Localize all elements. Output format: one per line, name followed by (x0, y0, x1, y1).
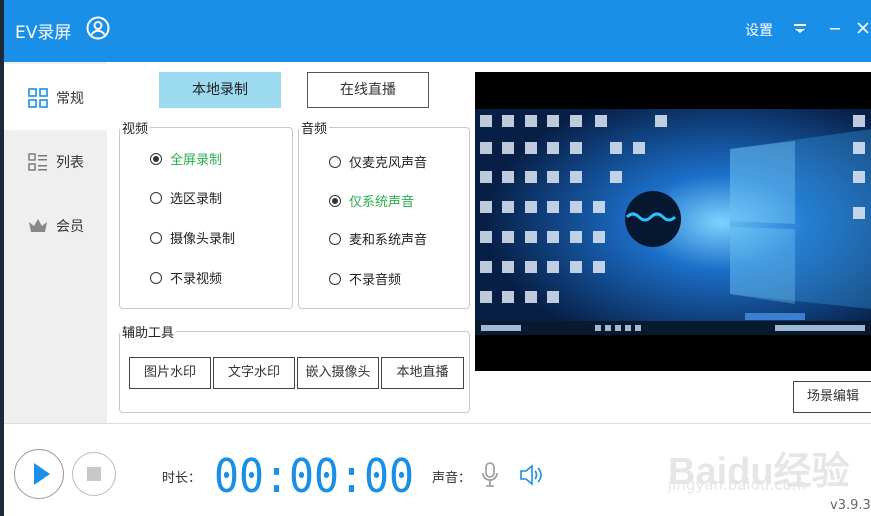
tab-local-record[interactable]: 本地录制 (159, 72, 281, 108)
radio-system-only[interactable]: 仅系统声音 (329, 191, 414, 210)
scene-edit-button[interactable]: 场景编辑 (793, 381, 871, 413)
timer-digits: 00:00:00 (214, 449, 414, 503)
sidebar-item-label: 会员 (56, 219, 84, 235)
crown-icon (29, 219, 47, 232)
play-icon (34, 463, 50, 485)
ev-recorder-window: EV录屏 设置 常规 列表 会员 本地录制 在线直播 视频 全屏录制 选区录制 … (4, 0, 871, 516)
tab-live-stream[interactable]: 在线直播 (307, 72, 429, 108)
image-watermark-button[interactable]: 图片水印 (129, 357, 211, 389)
baidu-watermark: Baidu经验 jingyan.baidu.com (668, 451, 850, 494)
version-label: v3.9.3 (830, 498, 871, 513)
duration-label: 时长： (162, 471, 202, 486)
speaker-icon[interactable] (519, 463, 545, 491)
radio-mic-and-system[interactable]: 麦和系统声音 (329, 229, 427, 248)
screen-preview (475, 72, 871, 371)
microphone-icon[interactable] (481, 462, 499, 492)
sidebar: 常规 列表 会员 (4, 62, 107, 424)
embed-camera-button[interactable]: 嵌入摄像头 (297, 357, 379, 389)
radio-no-video[interactable]: 不录视频 (150, 268, 222, 287)
desktop-preview-image (475, 109, 871, 335)
radio-mic-only[interactable]: 仅麦克风声音 (329, 152, 427, 171)
tools-group-title: 辅助工具 (120, 322, 177, 341)
sidebar-item-list[interactable]: 列表 (4, 128, 107, 194)
local-live-button[interactable]: 本地直播 (381, 357, 464, 389)
sidebar-item-label: 列表 (56, 155, 84, 171)
title-bar: EV录屏 设置 (4, 0, 871, 62)
text-watermark-button[interactable]: 文字水印 (213, 357, 295, 389)
radio-no-audio[interactable]: 不录音频 (329, 269, 401, 288)
menu-icon[interactable] (790, 18, 810, 38)
start-record-button[interactable] (14, 449, 64, 499)
audio-group-title: 音频 (299, 118, 330, 137)
sidebar-item-label: 常规 (56, 91, 84, 107)
record-timer: 00:00:00 (214, 449, 419, 503)
app-title: EV录屏 (15, 23, 72, 43)
settings-button[interactable]: 设置 (745, 20, 773, 40)
radio-fullscreen[interactable]: 全屏录制 (150, 149, 222, 168)
svg-text:00:00:00: 00:00:00 (214, 452, 414, 496)
user-avatar-icon[interactable] (86, 16, 110, 40)
minimize-icon[interactable] (825, 18, 845, 38)
grid-icon (28, 88, 48, 108)
sound-label: 声音： (432, 471, 472, 486)
video-group-title: 视频 (120, 118, 151, 137)
list-icon (28, 153, 47, 171)
sidebar-item-general[interactable]: 常规 (4, 64, 107, 130)
radio-camera[interactable]: 摄像头录制 (150, 228, 235, 247)
sidebar-item-member[interactable]: 会员 (4, 192, 107, 258)
close-icon[interactable] (853, 18, 871, 38)
stop-icon (87, 467, 101, 481)
radio-region[interactable]: 选区录制 (150, 188, 222, 207)
stop-record-button[interactable] (72, 452, 116, 496)
